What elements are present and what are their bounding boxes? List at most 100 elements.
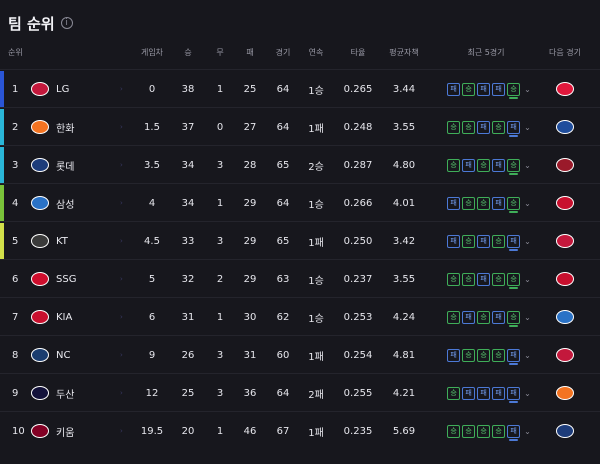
recent-game-result: 패 <box>477 82 491 96</box>
recent-game-result: 승 <box>447 386 461 400</box>
recent-game-result: 승 <box>492 120 506 134</box>
team-name[interactable]: 삼성 <box>56 184 112 222</box>
header-draws: 무 <box>216 47 224 57</box>
chevron-down-icon[interactable]: ⌄ <box>524 85 531 94</box>
streak: 1승 <box>308 85 324 97</box>
opponent-logo-icon <box>556 234 574 248</box>
rank-change-icon: › <box>120 85 123 93</box>
losses: 29 <box>243 197 257 209</box>
era: 4.24 <box>392 311 416 323</box>
team-name[interactable]: LG <box>56 70 112 108</box>
team-name[interactable]: 키움 <box>56 412 112 450</box>
rank: 1 <box>12 83 19 95</box>
chevron-down-icon[interactable]: ⌄ <box>524 389 531 398</box>
recent-5-games[interactable]: 승 패 승 패 승 ⌄ <box>440 298 538 336</box>
header-recent-5: 최근 5경기 <box>467 47 505 57</box>
table-row[interactable]: 6 SSG › 5 32 2 29 63 1승 0.237 3.55 승 승 패 승 승 ⌄ <box>0 259 600 298</box>
wins: 31 <box>181 311 195 323</box>
games-behind: 3.5 <box>144 159 160 171</box>
next-game-opponent[interactable] <box>552 108 578 146</box>
chevron-down-icon[interactable]: ⌄ <box>524 123 531 132</box>
next-game-opponent[interactable] <box>552 260 578 298</box>
games-played: 63 <box>276 273 290 285</box>
team-name[interactable]: KIA <box>56 298 112 336</box>
team-name[interactable]: 두산 <box>56 374 112 412</box>
table-row[interactable]: 5 KT › 4.5 33 3 29 65 1패 0.250 3.42 패 승 패 승 패 ⌄ <box>0 221 600 260</box>
opponent-logo-icon <box>556 82 574 96</box>
rank-change-icon: › <box>120 237 123 245</box>
next-game-opponent[interactable] <box>552 374 578 412</box>
rank: 4 <box>12 197 19 209</box>
team-logo <box>30 222 50 260</box>
recent-5-games[interactable]: 승 승 승 승 패 ⌄ <box>440 412 538 450</box>
next-game-opponent[interactable] <box>552 412 578 450</box>
table-row[interactable]: 1 LG › 0 38 1 25 64 1승 0.265 3.44 패 승 패 패 승 ⌄ <box>0 69 600 108</box>
losses: 29 <box>243 273 257 285</box>
wins: 37 <box>181 121 195 133</box>
opponent-logo-icon <box>556 158 574 172</box>
recent-game-result: 승 <box>462 272 476 286</box>
table-row[interactable]: 4 삼성 › 4 34 1 29 64 1승 0.266 4.01 패 승 승 패 승 ⌄ <box>0 183 600 222</box>
recent-game-result: 패 <box>447 196 461 210</box>
team-name[interactable]: SSG <box>56 260 112 298</box>
header-losses: 패 <box>246 47 254 57</box>
recent-game-result: 승 <box>477 424 491 438</box>
wins: 32 <box>181 273 195 285</box>
recent-game-result: 패 <box>507 234 521 251</box>
table-row[interactable]: 8 NC › 9 26 3 31 60 1패 0.254 4.81 패 승 승 승 패 ⌄ <box>0 335 600 374</box>
games-played: 65 <box>276 159 290 171</box>
next-game-opponent[interactable] <box>552 336 578 374</box>
recent-5-games[interactable]: 패 승 패 패 승 ⌄ <box>440 70 538 108</box>
losses: 30 <box>243 311 257 323</box>
recent-5-games[interactable]: 패 승 승 패 승 ⌄ <box>440 184 538 222</box>
team-logo <box>30 146 50 184</box>
recent-game-result: 승 <box>507 272 521 289</box>
chevron-down-icon[interactable]: ⌄ <box>524 313 531 322</box>
recent-5-games[interactable]: 승 승 패 승 패 ⌄ <box>440 108 538 146</box>
next-game-opponent[interactable] <box>552 222 578 260</box>
streak: 1승 <box>308 313 324 325</box>
batting-avg: 0.265 <box>343 83 373 95</box>
batting-avg: 0.235 <box>343 425 373 437</box>
next-game-opponent[interactable] <box>552 184 578 222</box>
recent-game-result: 패 <box>492 386 506 400</box>
wins: 25 <box>181 387 195 399</box>
team-name[interactable]: NC <box>56 336 112 374</box>
era: 4.80 <box>392 159 416 171</box>
chevron-down-icon[interactable]: ⌄ <box>524 161 531 170</box>
table-row[interactable]: 10 키움 › 19.5 20 1 46 67 1패 0.235 5.69 승 승 승 승 패 ⌄ <box>0 411 600 450</box>
team-logo <box>30 336 50 374</box>
streak: 2승 <box>308 161 324 173</box>
next-game-opponent[interactable] <box>552 298 578 336</box>
info-icon[interactable]: i <box>60 17 73 29</box>
table-row[interactable]: 7 KIA › 6 31 1 30 62 1승 0.253 4.24 승 패 승 패 승 ⌄ <box>0 297 600 336</box>
chevron-down-icon[interactable]: ⌄ <box>524 199 531 208</box>
recent-5-games[interactable]: 패 승 패 승 패 ⌄ <box>440 222 538 260</box>
rank: 9 <box>12 387 19 399</box>
recent-game-result: 승 <box>507 196 521 213</box>
recent-game-result: 패 <box>507 386 521 403</box>
table-row[interactable]: 3 롯데 › 3.5 34 3 28 65 2승 0.287 4.80 승 패 승 패 승 ⌄ <box>0 145 600 184</box>
recent-5-games[interactable]: 승 승 패 승 승 ⌄ <box>440 260 538 298</box>
chevron-down-icon[interactable]: ⌄ <box>524 237 531 246</box>
era: 4.21 <box>392 387 416 399</box>
recent-game-result: 패 <box>462 310 476 324</box>
recent-game-result: 승 <box>477 348 491 362</box>
rank: 3 <box>12 159 19 171</box>
recent-5-games[interactable]: 패 승 승 승 패 ⌄ <box>440 336 538 374</box>
chevron-down-icon[interactable]: ⌄ <box>524 427 531 436</box>
team-logo-icon <box>31 234 49 248</box>
table-row[interactable]: 9 두산 › 12 25 3 36 64 2패 0.255 4.21 승 패 패 패 패 ⌄ <box>0 373 600 412</box>
team-name[interactable]: 한화 <box>56 108 112 146</box>
team-name[interactable]: 롯데 <box>56 146 112 184</box>
next-game-opponent[interactable] <box>552 70 578 108</box>
recent-5-games[interactable]: 승 패 승 패 승 ⌄ <box>440 146 538 184</box>
recent-game-result: 패 <box>447 234 461 248</box>
team-name[interactable]: KT <box>56 222 112 260</box>
recent-5-games[interactable]: 승 패 패 패 패 ⌄ <box>440 374 538 412</box>
chevron-down-icon[interactable]: ⌄ <box>524 275 531 284</box>
rank-indicator <box>0 185 4 221</box>
chevron-down-icon[interactable]: ⌄ <box>524 351 531 360</box>
table-row[interactable]: 2 한화 › 1.5 37 0 27 64 1패 0.248 3.55 승 승 패 승 패 ⌄ <box>0 107 600 146</box>
next-game-opponent[interactable] <box>552 146 578 184</box>
